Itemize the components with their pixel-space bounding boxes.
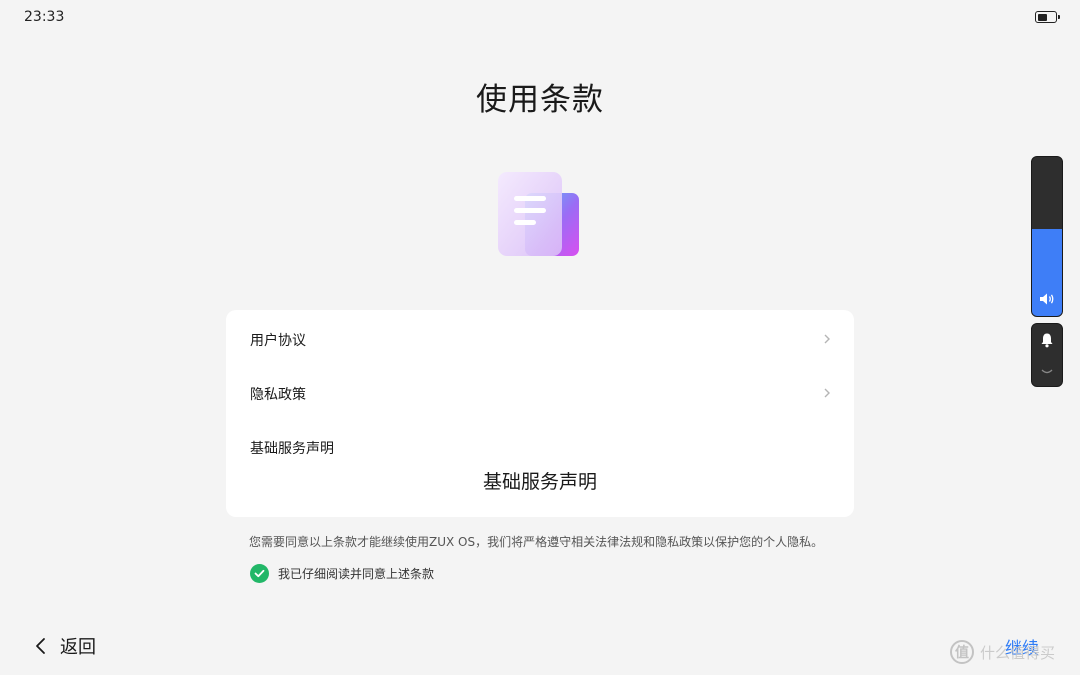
chevron-right-icon bbox=[824, 388, 830, 398]
chevron-right-icon bbox=[824, 334, 830, 344]
back-label: 返回 bbox=[60, 637, 96, 658]
chevron-down-icon[interactable] bbox=[1040, 368, 1054, 376]
back-button[interactable]: 返回 bbox=[34, 633, 96, 659]
watermark-text: 什么值得买 bbox=[980, 643, 1056, 662]
agree-label: 我已仔细阅读并同意上述条款 bbox=[278, 567, 435, 581]
checkmark-icon bbox=[250, 564, 269, 583]
page-title: 使用条款 bbox=[476, 82, 604, 118]
row-label: 隐私政策 bbox=[250, 387, 306, 403]
hover-tooltip: 基础服务声明 bbox=[482, 471, 597, 493]
chevron-left-icon bbox=[36, 638, 45, 654]
speaker-icon bbox=[1040, 293, 1054, 305]
document-icon bbox=[498, 172, 579, 256]
terms-notice: 您需要同意以上条款才能继续使用ZUX OS，我们将严格遵守相关法律法规和隐私政策… bbox=[249, 535, 824, 549]
privacy-policy-row[interactable]: 隐私政策 bbox=[226, 374, 854, 414]
volume-slider[interactable] bbox=[1031, 156, 1063, 317]
ring-mode-panel[interactable] bbox=[1031, 323, 1063, 387]
status-time: 23:33 bbox=[24, 9, 65, 25]
bell-icon bbox=[1041, 333, 1053, 348]
watermark: 值 什么值得买 bbox=[950, 640, 1055, 664]
battery-level bbox=[1037, 13, 1048, 21]
battery-icon bbox=[1035, 11, 1060, 23]
basic-service-statement-row[interactable]: 基础服务声明 bbox=[226, 428, 854, 468]
terms-card: 用户协议 隐私政策 基础服务声明 基础服务声明 bbox=[226, 310, 854, 517]
row-label: 用户协议 bbox=[250, 333, 306, 349]
watermark-logo: 值 bbox=[950, 640, 974, 664]
agree-checkbox[interactable]: 我已仔细阅读并同意上述条款 bbox=[250, 564, 434, 583]
user-agreement-row[interactable]: 用户协议 bbox=[226, 320, 854, 360]
row-label: 基础服务声明 bbox=[250, 441, 334, 457]
